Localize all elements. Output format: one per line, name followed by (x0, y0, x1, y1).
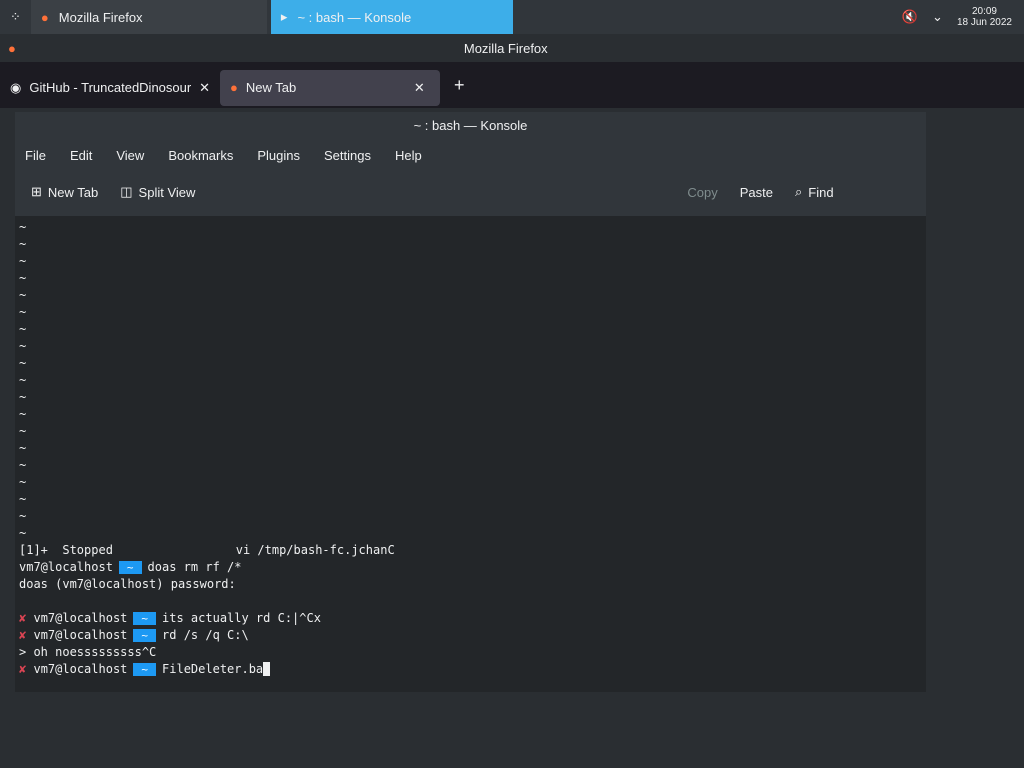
menu-plugins[interactable]: Plugins (257, 148, 300, 163)
tilde-line: ~ (19, 305, 27, 319)
window-title: Mozilla Firefox (463, 40, 548, 56)
new-tab-icon: ⊞ (31, 184, 42, 199)
konsole-titlebar: ~ : bash — Konsole (413, 117, 528, 133)
menu-file[interactable]: File (25, 148, 46, 163)
firefox-tabbar: ◉ GitHub - TruncatedDinosour ✕ ● New Tab ✕ + (0, 62, 1024, 108)
menu-edit[interactable]: Edit (70, 148, 92, 163)
taskbar: ⁘ ● Mozilla Firefox ▸ ~ : bash — Konsole 🔇… (0, 0, 1024, 34)
app-launcher-icon[interactable]: ⁘ (0, 9, 31, 25)
tilde-line: ~ (19, 458, 27, 472)
tilde-line: ~ (19, 356, 27, 370)
menu-help[interactable]: Help (395, 148, 422, 163)
tilde-line: ~ (19, 509, 27, 523)
tilde-line: ~ (19, 441, 27, 455)
close-icon[interactable]: ✕ (414, 80, 425, 96)
terminal-output[interactable]: ~ ~ ~ ~ ~ ~ ~ ~ ~ ~ ~ ~ ~ ~ ~ ~ ~ ~ ~ [1]+ Stopped vi /tmp/… (15, 216, 926, 692)
tilde-line: ~ (19, 407, 27, 421)
firefox-icon: ● (230, 80, 238, 95)
new-tab-plus-icon[interactable]: + (440, 75, 479, 96)
menu-settings[interactable]: Settings (324, 148, 371, 163)
volume-muted-icon[interactable]: 🔇 (902, 9, 918, 25)
tilde-line: ~ (19, 339, 27, 353)
tilde-line: ~ (19, 237, 27, 251)
konsole-toolbar: ⊞ New Tab ◫ Split View Copy Paste ⌕ Find (15, 172, 926, 212)
new-tab-button[interactable]: ⊞ New Tab (31, 184, 98, 200)
tilde-line: ~ (19, 288, 27, 302)
tilde-line: ~ (19, 424, 27, 438)
tilde-lines: ~ ~ ~ ~ ~ ~ ~ ~ ~ ~ ~ ~ ~ ~ ~ ~ ~ ~ ~ (19, 219, 922, 542)
firefox-icon: ● (8, 40, 16, 56)
tilde-line: ~ (19, 390, 27, 404)
taskbar-task-konsole[interactable]: ▸ ~ : bash — Konsole (270, 0, 513, 34)
taskbar-task-firefox[interactable]: ● Mozilla Firefox (30, 0, 267, 34)
tilde-line: ~ (19, 492, 27, 506)
close-icon[interactable]: ✕ (199, 80, 210, 96)
konsole-menubar: File Edit View Bookmarks Plugins Settings Help (15, 138, 926, 172)
tab-new-tab[interactable]: ● New Tab ✕ (220, 69, 440, 106)
find-button[interactable]: ⌕ Find (795, 184, 834, 200)
split-view-button[interactable]: ◫ Split View (120, 184, 195, 200)
menu-view[interactable]: View (116, 148, 144, 163)
terminal-icon: ▸ (280, 9, 288, 24)
cursor (263, 662, 271, 676)
konsole-window: ~ : bash — Konsole File Edit View Bookmarks… (15, 112, 926, 692)
paste-button[interactable]: Paste (740, 185, 773, 200)
tilde-line: ~ (19, 254, 27, 268)
tab-github[interactable]: ◉ GitHub - TruncatedDinosour ✕ (0, 70, 220, 106)
github-icon: ◉ (10, 79, 22, 95)
tilde-line: ~ (19, 220, 27, 234)
firefox-icon: ● (40, 9, 49, 25)
tilde-line: ~ (19, 322, 27, 336)
search-icon: ⌕ (795, 184, 803, 199)
system-tray: 🔇 ⌄ 20:09 18 Jun 2022 (902, 0, 1024, 34)
chevron-down-icon[interactable]: ⌄ (932, 9, 943, 25)
tilde-line: ~ (19, 271, 27, 285)
firefox-titlebar: ● Mozilla Firefox (0, 34, 1024, 62)
tilde-line: ~ (19, 373, 27, 387)
tilde-line: ~ (19, 475, 27, 489)
menu-bookmarks[interactable]: Bookmarks (168, 148, 233, 163)
clock[interactable]: 20:09 18 Jun 2022 (957, 6, 1012, 28)
tilde-line: ~ (19, 526, 27, 540)
copy-button[interactable]: Copy (687, 185, 717, 200)
split-view-icon: ◫ (120, 184, 133, 199)
